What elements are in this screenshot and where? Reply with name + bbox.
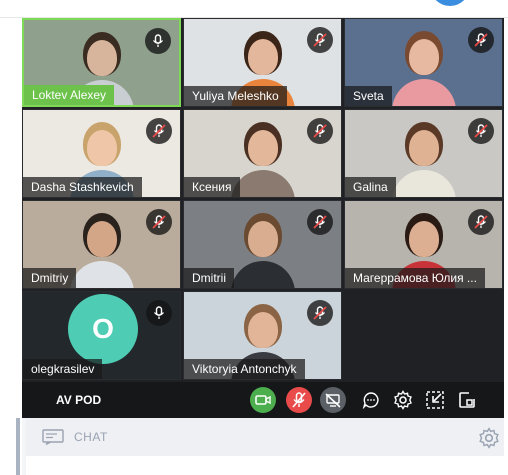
participant-name: Ксения — [184, 177, 240, 197]
call-toolbar: AV POD — [22, 382, 504, 418]
chat-title: CHAT — [74, 430, 108, 444]
mic-muted-icon — [307, 300, 333, 326]
chat-panel: CHAT — [16, 418, 504, 475]
participant-tile[interactable]: Dmitrii — [183, 200, 342, 289]
participant-tile[interactable]: Sveta — [344, 18, 503, 107]
participant-tile[interactable]: Oolegkrasilev — [22, 291, 181, 380]
participant-tile[interactable]: Viktoryia Antonchyk — [183, 291, 342, 380]
page-top-bar — [0, 0, 508, 18]
gear-icon — [479, 427, 499, 449]
mic-muted-icon — [146, 118, 172, 144]
mic-muted-icon — [468, 118, 494, 144]
participant-name: Dasha Stashkevich — [23, 177, 142, 197]
participant-name: Galina — [345, 177, 396, 197]
participant-name: Магеррамова Юлия ... — [345, 268, 485, 288]
participant-tile[interactable]: Loktev Alexey — [22, 18, 181, 107]
mic-muted-icon — [307, 27, 333, 53]
participant-name: Loktev Alexey — [24, 85, 115, 105]
mic-off-icon — [292, 392, 306, 408]
chat-header: CHAT — [26, 418, 504, 456]
participant-tile[interactable]: Dasha Stashkevich — [22, 109, 181, 198]
participant-tile[interactable]: Магеррамова Юлия ... — [344, 200, 503, 289]
mic-muted-icon — [307, 209, 333, 235]
participant-grid: Loktev Alexey Yuliya Meleshko Sveta Dasha S… — [22, 18, 504, 382]
mic-muted-icon — [468, 209, 494, 235]
chat-message-area[interactable] — [26, 456, 504, 475]
chat-bubble-icon — [362, 392, 379, 409]
video-call-panel: Loktev Alexey Yuliya Meleshko Sveta Dasha S… — [16, 18, 504, 475]
chat-panel-accent — [16, 418, 20, 475]
chat-toggle-button[interactable] — [358, 387, 384, 413]
mic-icon — [146, 300, 172, 326]
participant-tile[interactable]: Yuliya Meleshko — [183, 18, 342, 107]
mic-muted-icon — [468, 27, 494, 53]
participant-tile[interactable]: Galina — [344, 109, 503, 198]
chat-icon — [42, 429, 64, 450]
participant-initial-avatar: O — [68, 294, 138, 364]
room-name: AV POD — [56, 393, 102, 407]
participant-tile[interactable]: Ксения — [183, 109, 342, 198]
popout-icon — [459, 392, 475, 408]
participant-video — [384, 19, 464, 106]
participant-name: Viktoryia Antonchyk — [184, 359, 305, 379]
mic-muted-icon — [307, 118, 333, 144]
camera-icon — [255, 395, 271, 405]
chat-settings-button[interactable] — [478, 427, 500, 449]
participant-name: Yuliya Meleshko — [184, 86, 287, 106]
mic-icon — [145, 28, 171, 54]
participant-name: Sveta — [345, 86, 392, 106]
popout-button[interactable] — [454, 387, 480, 413]
camera-button[interactable] — [250, 387, 276, 413]
screen-share-button[interactable] — [320, 387, 346, 413]
screen-share-off-icon — [325, 392, 341, 408]
participant-name: Dmitriy — [23, 268, 77, 288]
gear-icon — [394, 390, 412, 410]
minimize-button[interactable] — [422, 387, 448, 413]
settings-button[interactable] — [390, 387, 416, 413]
microphone-button[interactable] — [286, 387, 312, 413]
participant-tile[interactable]: Dmitriy — [22, 200, 181, 289]
participant-name: olegkrasilev — [23, 359, 103, 379]
participant-video — [223, 201, 303, 288]
mic-muted-icon — [146, 209, 172, 235]
minimize-icon — [426, 391, 444, 409]
participant-name: Dmitrii — [184, 268, 234, 288]
user-avatar[interactable] — [430, 0, 470, 6]
